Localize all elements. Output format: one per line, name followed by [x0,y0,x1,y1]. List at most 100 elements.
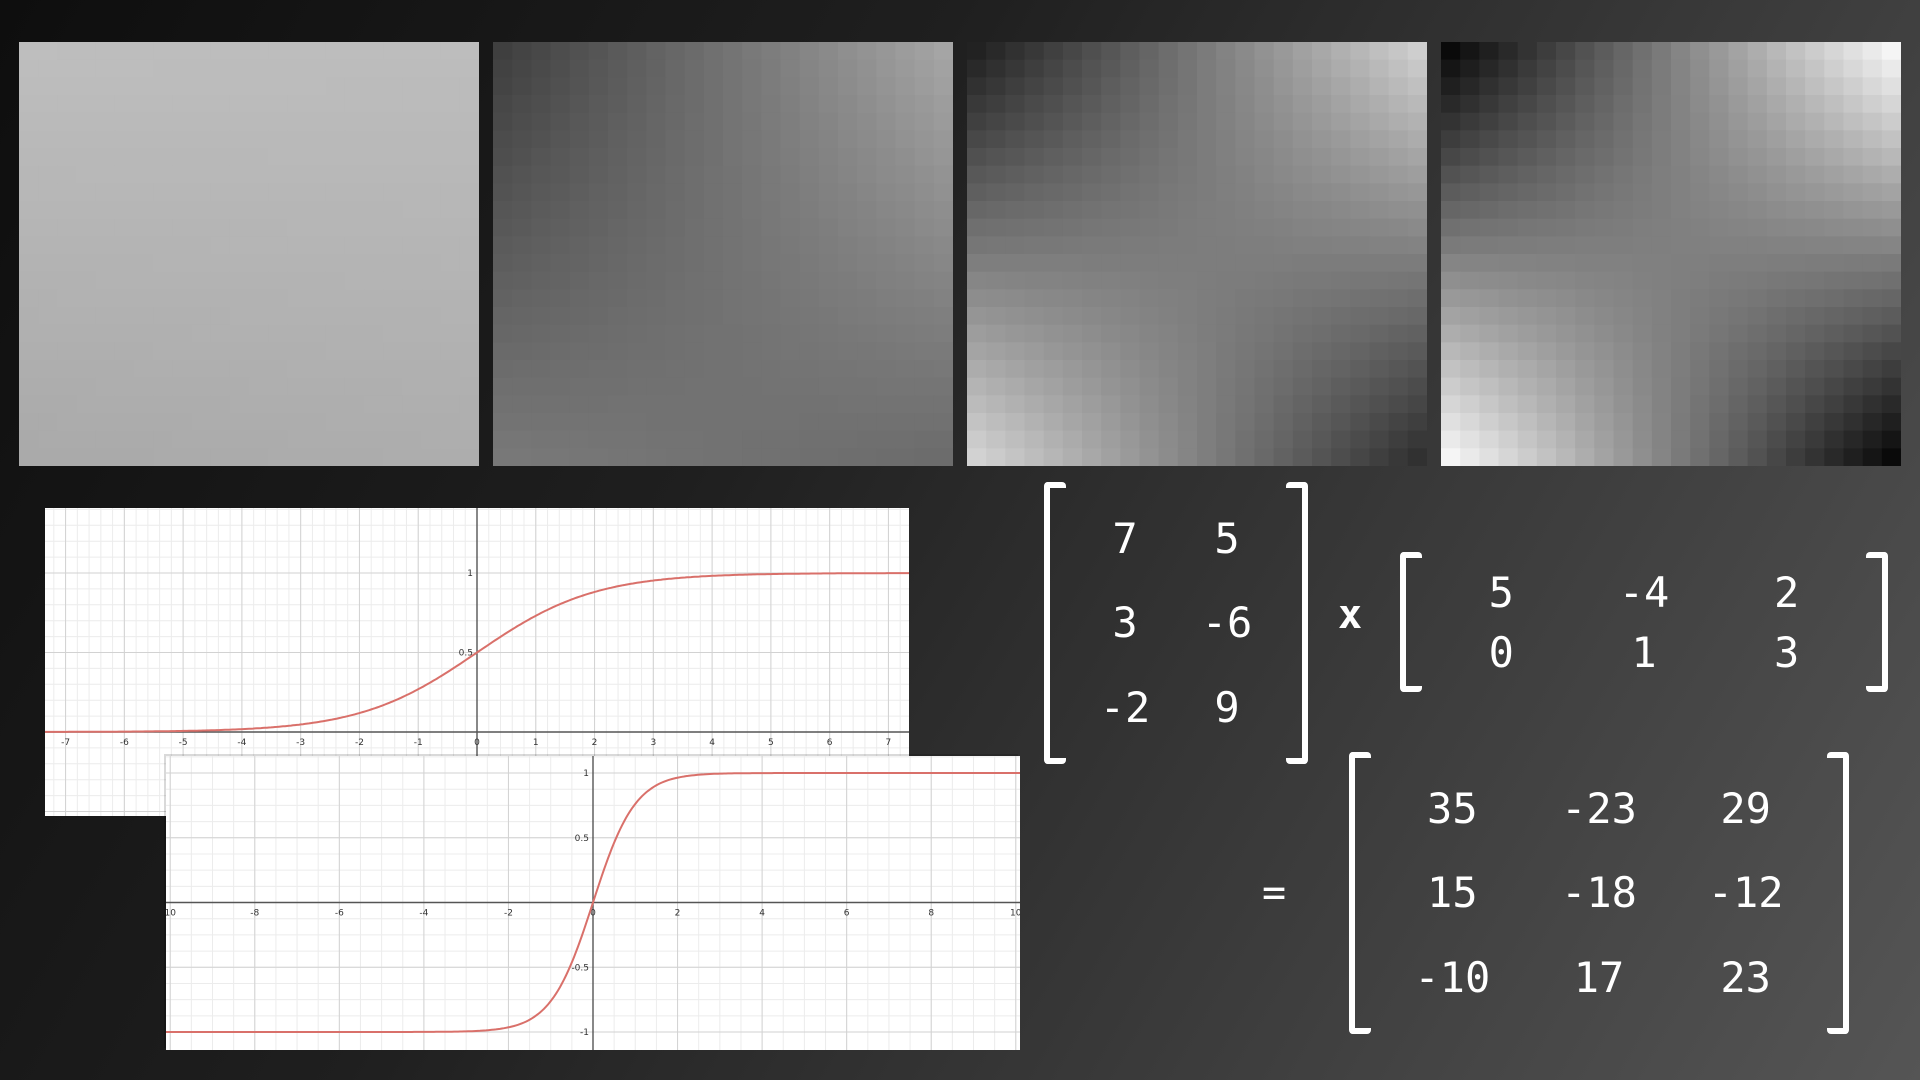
gradient-cell [38,112,58,131]
gradient-cell [646,271,667,290]
gradient-cell [569,377,590,396]
gradient-cell [268,271,288,290]
gradient-cell [1082,307,1102,326]
gradient-cell [665,254,686,273]
gradient-cell [1556,413,1576,432]
gradient-cell [1517,148,1538,167]
gradient-cell [1479,95,1500,114]
gradient-cell [723,413,743,432]
gradient-cell [287,183,308,202]
gradient-cell [838,430,858,449]
gradient-cell [287,307,308,326]
gradient-cell [1292,360,1313,379]
gradient-cell [421,307,442,326]
gradient-cell [857,342,877,361]
gradient-cell [703,342,724,361]
gradient-cell [512,413,532,432]
gradient-cell [1805,77,1825,96]
gradient-cell [1101,42,1121,61]
gradient-cell [646,218,667,237]
gradient-cell [1312,413,1332,432]
gradient-cell [210,59,231,78]
gradient-cell [838,289,858,308]
gradient-cell [1312,59,1332,78]
gradient-cell [210,218,231,237]
gradient-cell [1350,95,1371,114]
gradient-cell [306,165,327,184]
gradient-cell [1862,95,1883,114]
gradient-cell [1651,236,1672,255]
gradient-cell [857,360,877,379]
gradient-cell [1556,130,1576,149]
gradient-cell [1881,448,1901,466]
gradient-cell [1331,77,1351,96]
gradient-cell [1331,377,1351,396]
gradient-cell [114,324,135,343]
gradient-cell [531,59,552,78]
gradient-cell [76,201,97,220]
gradient-cell [967,165,987,184]
gradient-cell [1082,448,1102,466]
gradient-cell [440,183,461,202]
gradient-cell [1479,254,1500,273]
gradient-cell [1254,307,1275,326]
gradient-cell [1671,201,1691,220]
gradient-cell [986,218,1006,237]
gradient-cell [459,112,479,131]
gradient-cell [512,307,532,326]
gradient-cell [1062,448,1083,466]
gradient-cell [1350,218,1371,237]
gradient-cell [1177,42,1198,61]
gradient-cell [684,324,705,343]
gradient-cell [986,377,1006,396]
gradient-cell [1005,95,1026,114]
gradient-cell [1517,307,1538,326]
gradient-cell [838,77,858,96]
gradient-cell [646,112,667,131]
gradient-cell [1139,324,1160,343]
gradient-cell [459,430,479,449]
gradient-cell [1824,201,1845,220]
gradient-cell [933,307,953,326]
gradient-cell [818,324,839,343]
gradient-cell [1690,360,1710,379]
gradient-cell [1407,413,1427,432]
gradient-cell [134,342,154,361]
gradient-cell [512,448,532,466]
gradient-cell [933,183,953,202]
gradient-cell [588,324,609,343]
gradient-cell [742,324,762,343]
gradient-cell [1498,112,1519,131]
gradient-cell [493,360,513,379]
gradient-cell [1350,377,1371,396]
gradient-cell [1690,59,1710,78]
gradient-cell [1536,148,1557,167]
gradient-cell [569,342,590,361]
gradient-cell [1786,183,1806,202]
gradient-cell [1651,448,1672,466]
gradient-cell [1331,183,1351,202]
gradient-cell [1369,236,1390,255]
gradient-cell [383,271,403,290]
gradient-cell [76,271,97,290]
gradient-cell [134,271,154,290]
gradient-cell [1005,77,1026,96]
gradient-cell [703,236,724,255]
gradient-cell [550,42,571,61]
gradient-cell [325,42,346,61]
gradient-cell [1273,413,1294,432]
gradient-cell [1082,254,1102,273]
gradient-cell [1388,360,1409,379]
gradient-cell [249,183,269,202]
gradient-cell [1197,377,1217,396]
gradient-cell [459,413,479,432]
gradient-cell [1747,448,1768,466]
gradient-cell [1766,271,1787,290]
gradient-cell [364,377,384,396]
gradient-cell [172,130,193,149]
gradient-cell [1862,430,1883,449]
gradient-cell [799,42,820,61]
gradient-cell [588,271,609,290]
gradient-cell [1632,360,1653,379]
gradient-cell [1728,342,1749,361]
